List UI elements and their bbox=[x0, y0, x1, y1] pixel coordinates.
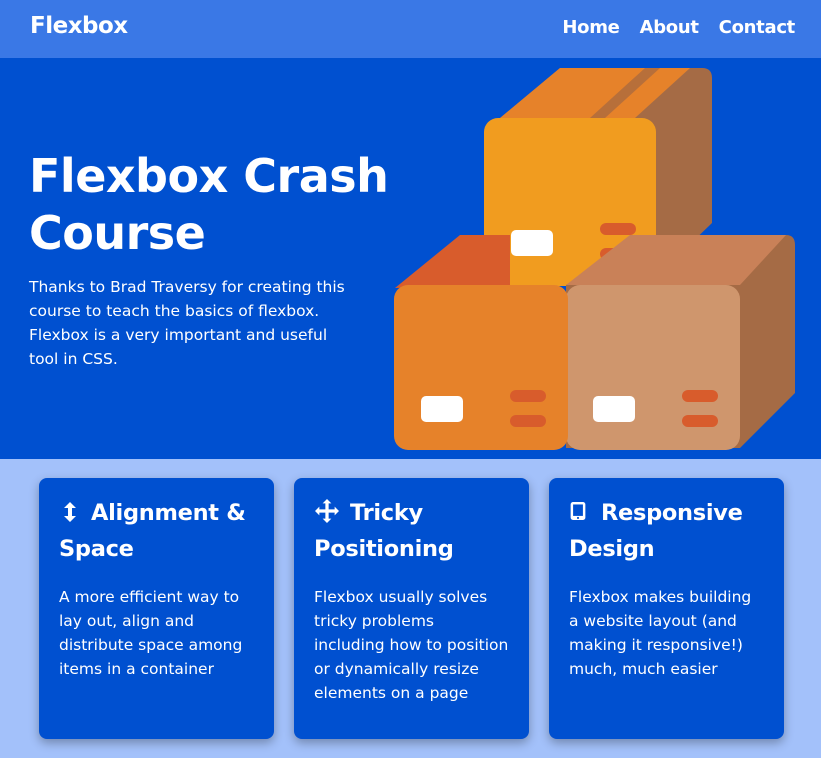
stacked-boxes-illustration bbox=[394, 68, 795, 450]
move-arrows-icon bbox=[315, 499, 339, 523]
hero-section: Flexbox Crash Course Thanks to Brad Trav… bbox=[0, 58, 821, 459]
card-text: A more efficient way to lay out, align a… bbox=[59, 588, 243, 678]
vertical-arrows-icon bbox=[64, 502, 76, 522]
navbar: Flexbox Home About Contact bbox=[0, 0, 821, 58]
card-text: Flexbox makes building a website layout … bbox=[569, 588, 752, 678]
features-section: Alignment & Space A more efficient way t… bbox=[0, 459, 821, 758]
feature-card-positioning: Tricky Positioning Flexbox usually solve… bbox=[294, 478, 529, 739]
mobile-phone-icon bbox=[570, 502, 586, 520]
feature-card-responsive: Responsive Design Flexbox makes building… bbox=[549, 478, 784, 739]
hero-title: Flexbox Crash Course bbox=[29, 149, 389, 260]
feature-card-alignment: Alignment & Space A more efficient way t… bbox=[39, 478, 274, 739]
nav-link-contact[interactable]: Contact bbox=[719, 17, 796, 38]
nav-links: Home About Contact bbox=[562, 17, 795, 38]
nav-link-home[interactable]: Home bbox=[562, 17, 620, 38]
nav-link-about[interactable]: About bbox=[640, 17, 699, 38]
card-title: Tricky Positioning bbox=[314, 495, 509, 567]
card-title: Responsive Design bbox=[569, 495, 764, 567]
hero-text: Thanks to Brad Traversy for creating thi… bbox=[29, 278, 345, 368]
card-title-text: Alignment & Space bbox=[59, 500, 246, 562]
card-title: Alignment & Space bbox=[59, 495, 254, 567]
card-title-text: Responsive Design bbox=[569, 500, 743, 562]
card-text: Flexbox usually solves tricky problems i… bbox=[314, 588, 509, 702]
brand-logo[interactable]: Flexbox bbox=[30, 13, 128, 39]
